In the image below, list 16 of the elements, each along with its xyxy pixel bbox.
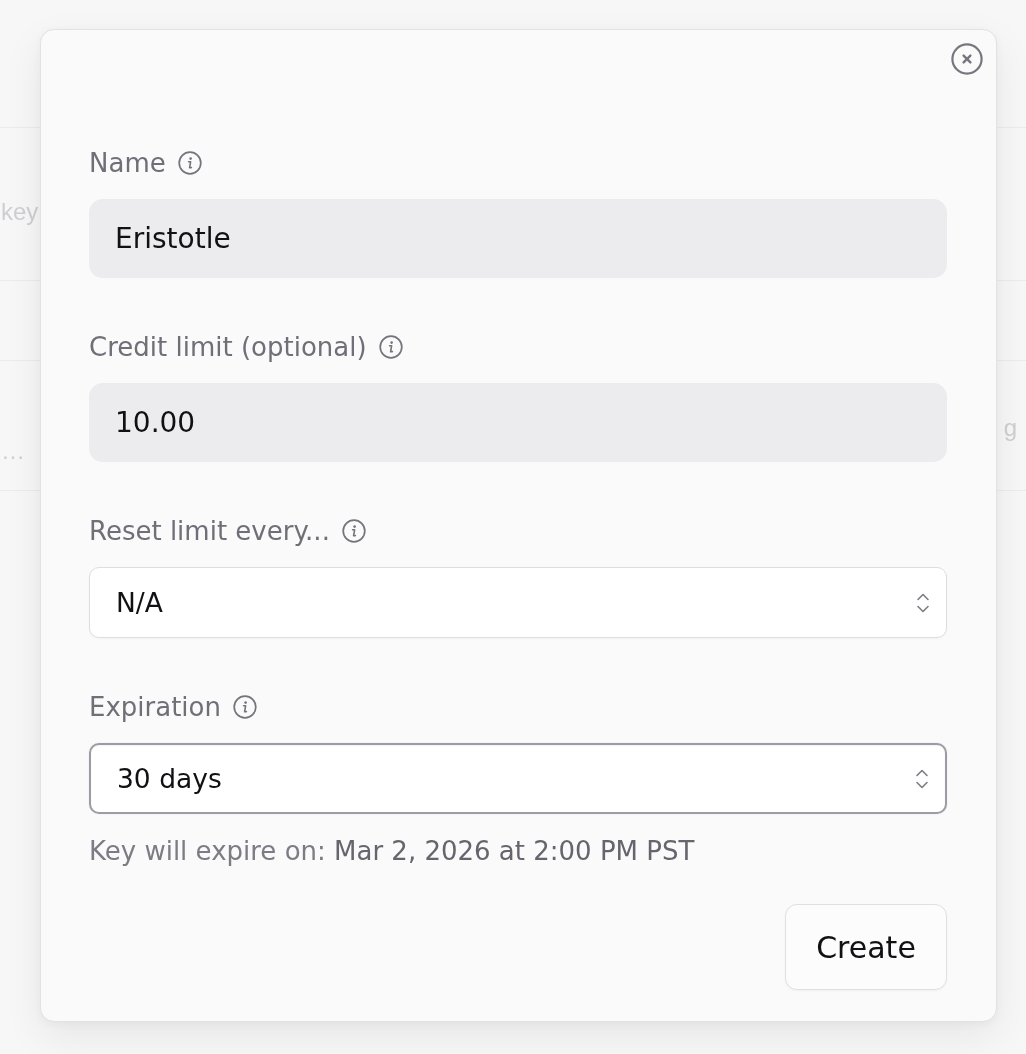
create-button[interactable]: Create (785, 904, 947, 990)
info-icon[interactable] (177, 151, 202, 175)
info-icon[interactable] (378, 335, 403, 359)
background-text: … (1, 437, 25, 465)
text-input[interactable]: 10.00 (89, 383, 947, 462)
close-icon[interactable] (951, 43, 983, 75)
field-label: Expiration (89, 691, 221, 723)
text-input[interactable]: Eristotle (89, 199, 947, 278)
expiration-hint: Key will expire on: Mar 2, 2026 at 2:00 PM PST (89, 836, 696, 866)
field-label: Name (89, 147, 166, 179)
field-label: Credit limit (optional) (89, 331, 367, 363)
field-label: Reset limit every... (89, 515, 330, 547)
info-icon[interactable] (232, 695, 257, 719)
info-icon[interactable] (341, 519, 366, 543)
select-dropdown[interactable]: 30 days (89, 743, 947, 814)
select-dropdown[interactable]: N/A (89, 567, 947, 638)
